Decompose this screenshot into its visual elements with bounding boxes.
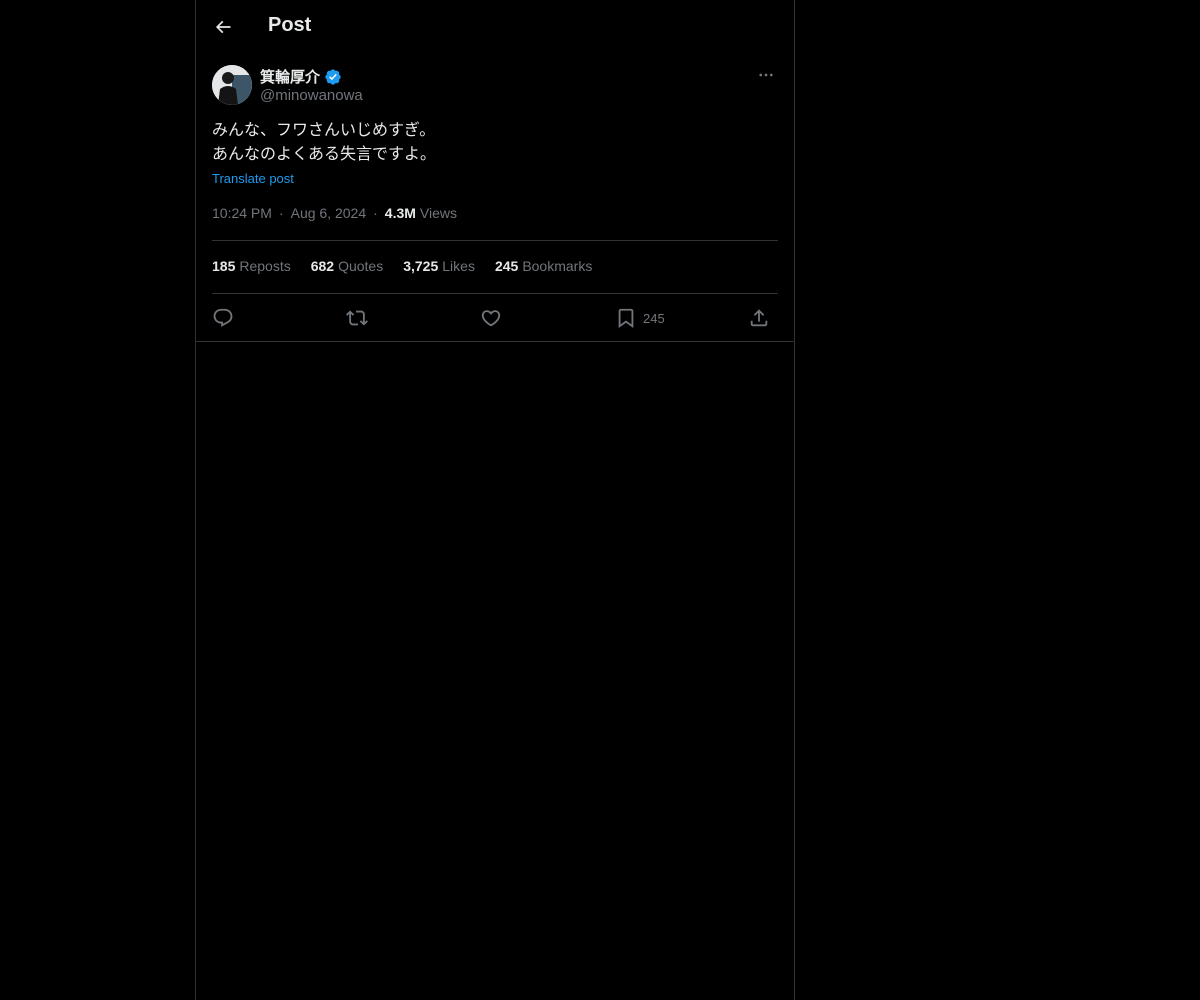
translate-post-link[interactable]: Translate post: [212, 171, 294, 186]
reposts-count: 185: [212, 258, 236, 274]
post-text-line: あんなのよくある失言ですよ。: [212, 146, 437, 163]
avatar[interactable]: [212, 65, 252, 105]
author-row: 箕輪厚介 @minowanowa: [212, 65, 778, 107]
reply-icon: [213, 308, 233, 327]
author-name[interactable]: 箕輪厚介: [260, 66, 320, 87]
divider: [212, 240, 778, 241]
more-horizontal-icon: [759, 73, 773, 77]
verified-badge-icon: [324, 68, 342, 86]
quotes-label: Quotes: [338, 258, 384, 274]
back-button[interactable]: [208, 12, 238, 42]
repost-icon: [346, 310, 368, 326]
arrow-left-icon: [215, 20, 231, 34]
like-button[interactable]: [480, 306, 502, 330]
post-date[interactable]: Aug 6, 2024: [291, 205, 367, 221]
engagement-stats: 185 Reposts 682 Quotes 3,725 Likes 245 Bookm…: [212, 258, 612, 274]
reply-button[interactable]: [212, 306, 234, 330]
page-title: Post: [268, 14, 312, 36]
repost-button[interactable]: [346, 306, 368, 330]
author-handle[interactable]: @minowanowa: [260, 87, 363, 104]
post-time[interactable]: 10:24 PM: [212, 205, 272, 221]
share-icon: [750, 309, 768, 327]
likes-count: 3,725: [403, 258, 439, 274]
reposts-stat[interactable]: 185 Reposts: [212, 258, 291, 274]
more-options-button[interactable]: [754, 65, 778, 85]
views-count: 4.3M: [384, 205, 416, 221]
bookmarks-count: 245: [494, 258, 519, 274]
bookmarks-stat[interactable]: 245 Bookmarks: [495, 258, 592, 274]
quotes-stat[interactable]: 682 Quotes: [311, 258, 384, 274]
bookmark-count: 245: [643, 310, 665, 326]
likes-stat[interactable]: 3,725 Likes: [403, 258, 475, 274]
quotes-count: 682: [310, 258, 335, 274]
header: Post: [196, 0, 794, 53]
bookmark-button[interactable]: 245: [615, 306, 665, 330]
post-text: みんな、フワさんいじめすぎ。 あんなのよくある失言ですよ。: [212, 119, 778, 167]
heart-icon: [481, 310, 501, 327]
bookmark-icon: [618, 308, 634, 329]
meta-separator: ·: [278, 205, 284, 221]
reposts-label: Reposts: [239, 258, 291, 274]
post-text-line: みんな、フワさんいじめすぎ。: [212, 122, 436, 139]
views-label: Views: [419, 205, 458, 221]
post-detail-column: Post 箕輪厚介 @minowanowa みんな、フワさんいじめすぎ。 あんな…: [195, 0, 795, 1000]
divider: [196, 341, 794, 342]
bookmarks-label: Bookmarks: [522, 258, 593, 274]
meta-separator: ·: [373, 205, 378, 221]
post-meta: 10:24 PM · Aug 6, 2024 · 4.3M Views: [212, 205, 457, 221]
author-name-row: 箕輪厚介: [260, 66, 342, 87]
likes-label: Likes: [442, 258, 475, 274]
divider: [212, 293, 778, 294]
action-bar: 245: [212, 304, 778, 332]
share-button[interactable]: [748, 306, 770, 330]
